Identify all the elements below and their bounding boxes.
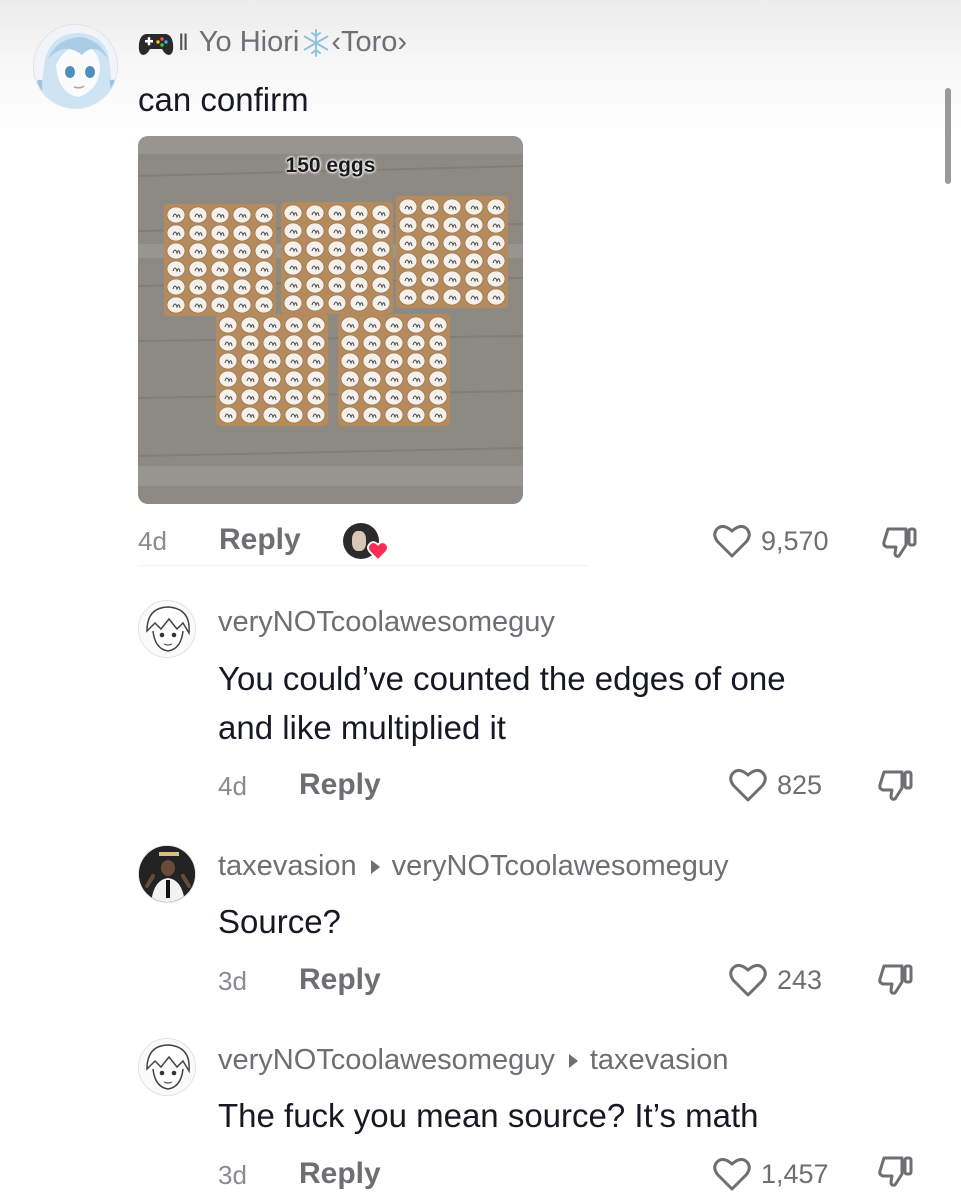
like-count: 243 (777, 964, 823, 995)
comment-username-text: veryNOTcoolawesomeguy (218, 1044, 555, 1076)
dislike-button[interactable] (876, 766, 916, 811)
creator-liked-heart-icon (367, 541, 389, 561)
avatar[interactable] (33, 24, 118, 109)
avatar[interactable] (138, 600, 196, 658)
dislike-button[interactable] (876, 960, 916, 1005)
creator-liked-badge (343, 521, 389, 561)
comment-text-line-2: and like multiplied it (218, 709, 506, 746)
gamepad-icon (138, 33, 174, 55)
reply-button[interactable]: Reply (299, 768, 381, 802)
attached-photo[interactable]: 150 eggs (138, 136, 523, 504)
heart-outline-icon (713, 1157, 751, 1191)
avatar[interactable] (138, 845, 196, 903)
like-count: 9,570 (761, 525, 829, 556)
snowflake-icon (304, 28, 329, 57)
heart-outline-icon (729, 963, 767, 997)
reply-button[interactable]: Reply (299, 1157, 381, 1191)
comment-text: can confirm (138, 81, 309, 118)
reply-button[interactable]: Reply (299, 963, 381, 997)
comment-username[interactable]: veryNOTcoolawesomeguy taxevasion (218, 1044, 729, 1077)
like-button[interactable]: 825 (728, 767, 822, 803)
like-count: 825 (777, 769, 823, 800)
thumbs-down-icon (878, 1156, 913, 1187)
photo-avatar-image (139, 846, 195, 902)
divider (138, 565, 588, 566)
comment-time: 4d (138, 526, 167, 556)
dislike-button[interactable] (880, 523, 920, 568)
anime-boy-avatar-image (139, 601, 195, 657)
comment-text: Source? (218, 903, 341, 940)
comment-time: 4d (218, 771, 247, 801)
thumbs-down-icon (878, 770, 913, 801)
heart-outline-icon (713, 524, 751, 558)
comment-time: 3d (218, 1160, 247, 1190)
divider-bars-icon: Ⅱ (178, 29, 189, 55)
comment-username-text: Yo Hiori (198, 26, 300, 58)
comment-text-line-1: You could’ve counted the edges of one (218, 660, 786, 697)
reply-to-arrow-icon (568, 1053, 578, 1068)
comment-username[interactable]: taxevasion veryNOTcoolawesomeguy (218, 850, 729, 883)
dislike-button[interactable] (876, 1152, 916, 1197)
like-button[interactable]: 9,570 (712, 523, 829, 559)
replying-to-username[interactable]: taxevasion (590, 1044, 729, 1077)
like-count: 1,457 (761, 1158, 829, 1189)
anime-boy-avatar-image (139, 1039, 195, 1095)
heart-outline-icon (729, 768, 767, 802)
like-button[interactable]: 243 (728, 962, 822, 998)
comment-username-text: taxevasion (218, 850, 357, 882)
photo-caption: 150 eggs (285, 154, 376, 177)
scrollbar[interactable] (945, 88, 951, 184)
avatar[interactable] (138, 1038, 196, 1096)
comment-username[interactable]: veryNOTcoolawesomeguy (218, 606, 555, 639)
egg-trays-photo (138, 136, 523, 504)
anime-avatar-image (34, 25, 117, 108)
replying-to-username[interactable]: veryNOTcoolawesomeguy (392, 850, 729, 883)
reply-to-arrow-icon (370, 859, 380, 874)
comment-time: 3d (218, 966, 247, 996)
like-button[interactable]: 1,457 (712, 1156, 829, 1192)
reply-button[interactable]: Reply (219, 523, 301, 557)
thumbs-down-icon (882, 527, 917, 558)
user-tag: ‹Toro› (331, 26, 408, 58)
comment-text: The fuck you mean source? It’s math (218, 1097, 759, 1134)
thumbs-down-icon (878, 964, 913, 995)
comment-username[interactable]: Ⅱ Yo Hiori ‹Toro› (138, 26, 407, 59)
